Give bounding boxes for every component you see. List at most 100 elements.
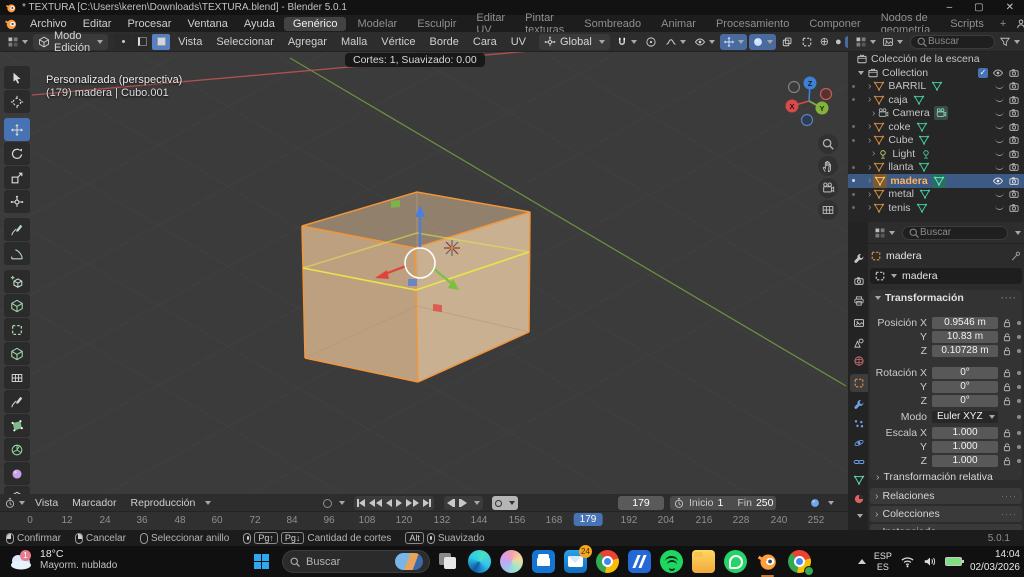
timeline-menu-reproduccion[interactable]: Reproducción [124, 497, 203, 509]
outliner-display-mode-button[interactable] [882, 36, 903, 48]
taskbar-search[interactable]: Buscar [282, 550, 430, 573]
rotx-input[interactable]: 0° [932, 367, 998, 379]
record-dropdown[interactable] [339, 501, 345, 505]
next-frame-button[interactable] [459, 496, 467, 510]
animate-dot[interactable] [1017, 431, 1021, 435]
gizmo-plane-z[interactable] [408, 279, 417, 286]
eye-open-icon[interactable] [992, 175, 1004, 187]
tab-object-data[interactable] [850, 471, 868, 489]
properties-options-dropdown[interactable] [1015, 230, 1021, 235]
gizmo-plane-x[interactable] [433, 303, 442, 313]
tab-render[interactable] [850, 272, 868, 290]
stopwatch-icon[interactable] [673, 497, 685, 509]
tool-select-box[interactable] [4, 66, 30, 89]
axis-ball-minus-z[interactable] [800, 113, 814, 127]
outliner-item-cube[interactable]: Cube [848, 133, 1024, 147]
eye-closed-icon[interactable] [995, 97, 1004, 102]
animate-dot[interactable] [1017, 399, 1021, 403]
tab-world[interactable] [850, 352, 868, 370]
tool-add-primitive[interactable] [4, 270, 30, 293]
maximize-button[interactable] [974, 2, 983, 13]
close-button[interactable] [1006, 2, 1014, 13]
tab-tool[interactable] [850, 250, 868, 268]
menu-vertice[interactable]: Vértice [374, 36, 422, 48]
posy-input[interactable]: 10.83 m [932, 331, 998, 343]
scene-icon[interactable] [1015, 18, 1024, 30]
outliner-item-madera[interactable]: madera [848, 173, 1024, 188]
step-dropdown[interactable] [474, 501, 480, 505]
mode-dropdown[interactable]: Modo Edición [33, 30, 109, 54]
workspace-tab-modelar[interactable]: Modelar [348, 17, 406, 31]
menu-editar[interactable]: Editar [75, 18, 120, 30]
menu-archivo[interactable]: Archivo [22, 18, 75, 30]
outliner-item-caja[interactable]: caja [848, 93, 1024, 107]
rotation-mode-dropdown[interactable]: Euler XYZ [932, 411, 998, 423]
tool-annotate[interactable] [4, 218, 30, 241]
render-visibility-icon[interactable] [1008, 134, 1020, 146]
tab-scene[interactable] [850, 334, 868, 352]
proportional-edit-toggle[interactable] [642, 34, 660, 50]
tool-extrude-region[interactable] [4, 294, 30, 317]
editor-type-button[interactable] [7, 36, 28, 48]
menu-ayuda[interactable]: Ayuda [236, 18, 283, 30]
workspace-tab-procesamiento[interactable]: Procesamiento [707, 17, 798, 31]
next-keyframe-button[interactable] [406, 496, 419, 510]
outliner-item-coke[interactable]: coke [848, 120, 1024, 134]
start-button[interactable] [254, 554, 270, 570]
clock[interactable]: 14:04 02/03/2026 [970, 549, 1020, 574]
render-visibility-icon[interactable] [1008, 107, 1020, 119]
lock-icon[interactable] [1001, 441, 1013, 453]
animate-dot[interactable] [1017, 335, 1021, 339]
play-reverse-button[interactable] [386, 496, 392, 510]
lock-icon[interactable] [1001, 427, 1013, 439]
render-visibility-icon[interactable] [1008, 202, 1020, 214]
workspace-tab-animar[interactable]: Animar [652, 17, 705, 31]
prev-frame-button[interactable] [447, 496, 455, 510]
menu-cara[interactable]: Cara [466, 36, 504, 48]
outliner-item-camera[interactable]: Camera [848, 106, 1024, 120]
lock-icon[interactable] [1001, 345, 1013, 357]
tab-physics[interactable] [850, 434, 868, 452]
tab-material[interactable] [850, 490, 868, 508]
outliner-root[interactable]: Colección de la escena [848, 52, 1024, 66]
3d-viewport[interactable]: Z X Y Cortes: 1, Suavizado: 0.00 Persona… [0, 52, 848, 494]
tab-constraints[interactable] [850, 453, 868, 471]
tool-loop-cut[interactable] [4, 366, 30, 389]
render-visibility-icon[interactable] [1008, 161, 1020, 173]
local-view-toggle[interactable] [778, 34, 796, 50]
whatsapp-icon[interactable] [724, 550, 747, 573]
tool-measure[interactable] [4, 242, 30, 265]
battery-icon[interactable] [944, 557, 964, 566]
menu-ventana[interactable]: Ventana [179, 18, 235, 30]
navigation-gizmo[interactable]: Z X Y [785, 76, 833, 127]
panel-colecciones[interactable]: Colecciones [870, 506, 1022, 522]
tool-scale[interactable] [4, 166, 30, 189]
menu-malla[interactable]: Malla [334, 36, 374, 48]
eye-closed-icon[interactable] [995, 84, 1004, 89]
shading-solid-button[interactable]: ● [832, 36, 845, 48]
autokey-group[interactable] [492, 496, 518, 510]
orientation-dropdown[interactable]: Global [539, 33, 610, 50]
tool-rotate[interactable] [4, 142, 30, 165]
ortho-toggle-button[interactable] [818, 200, 838, 220]
mesh-box[interactable] [301, 191, 531, 383]
transform-panel-header[interactable]: Transformación [870, 290, 1022, 306]
properties-editor-type-button[interactable] [874, 227, 895, 239]
workspace-add-button[interactable]: + [994, 18, 1012, 30]
face-select-button[interactable] [152, 33, 171, 50]
lock-icon[interactable] [1001, 317, 1013, 329]
properties-search-input[interactable]: Buscar [902, 225, 1008, 240]
scalez-input[interactable]: 1.000 [932, 455, 998, 467]
filter-icon[interactable] [999, 36, 1011, 48]
menu-uv[interactable]: UV [504, 36, 533, 48]
subpanel-relative-transform[interactable]: Transformación relativa [870, 470, 1022, 484]
roty-input[interactable]: 0° [932, 381, 998, 393]
tool-spin[interactable] [4, 438, 30, 461]
eye-closed-icon[interactable] [995, 151, 1004, 156]
outliner-item-llanta[interactable]: llanta [848, 160, 1024, 174]
edge-icon[interactable] [468, 550, 491, 573]
animate-dot[interactable] [1017, 371, 1021, 375]
task-view-icon[interactable] [436, 550, 459, 573]
lock-icon[interactable] [1001, 331, 1013, 343]
record-button[interactable] [323, 498, 332, 508]
